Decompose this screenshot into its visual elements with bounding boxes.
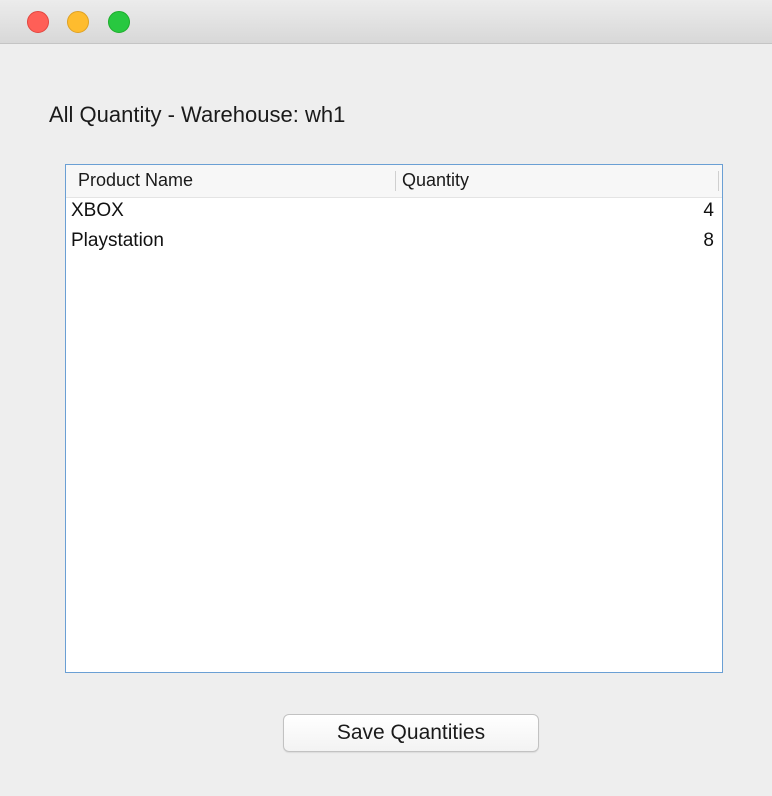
save-quantities-button[interactable]: Save Quantities [283, 714, 539, 752]
title-bar[interactable] [0, 0, 772, 44]
quantity-cell[interactable]: 4 [703, 200, 714, 222]
page-title: All Quantity - Warehouse: wh1 [49, 102, 346, 127]
product-name-cell[interactable]: XBOX [71, 200, 124, 222]
table-row[interactable]: Playstation 8 [66, 227, 722, 255]
column-header-product-name[interactable]: Product Name [78, 170, 193, 191]
close-window-icon[interactable] [27, 11, 49, 33]
minimize-window-icon[interactable] [67, 11, 89, 33]
zoom-window-icon[interactable] [108, 11, 130, 33]
quantity-table[interactable]: Product Name Quantity XBOX 4 Playstation… [65, 164, 723, 673]
product-name-cell[interactable]: Playstation [71, 230, 164, 252]
app-window: All Quantity - Warehouse: wh1 Product Na… [0, 0, 772, 796]
column-divider[interactable] [718, 171, 719, 191]
column-divider[interactable] [395, 171, 396, 191]
table-row[interactable]: XBOX 4 [66, 197, 722, 225]
quantity-cell[interactable]: 8 [703, 230, 714, 252]
table-header: Product Name Quantity [66, 165, 722, 198]
column-header-quantity[interactable]: Quantity [402, 170, 469, 191]
